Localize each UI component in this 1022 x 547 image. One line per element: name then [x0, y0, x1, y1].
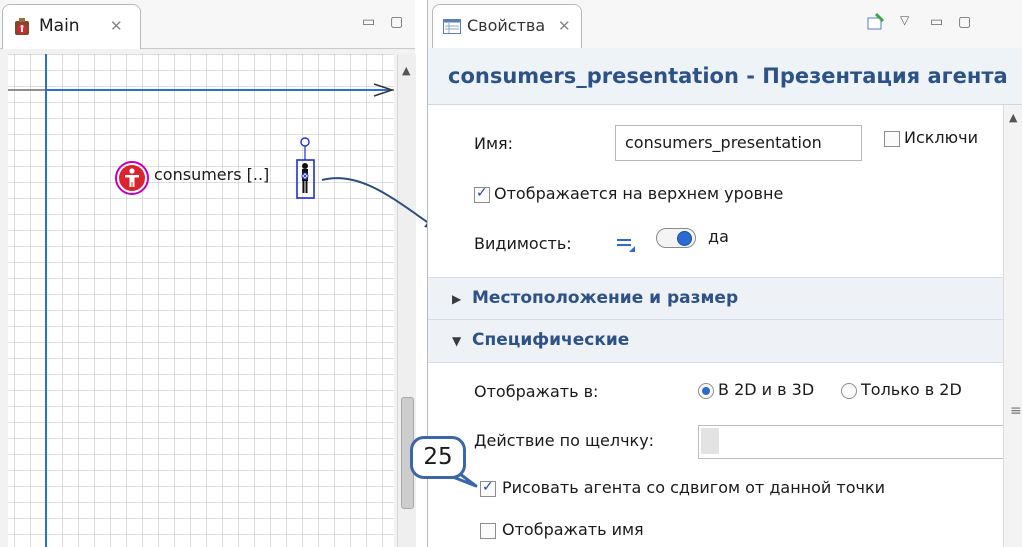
show-name-checkbox[interactable]	[480, 523, 496, 539]
maximize-icon[interactable]: ▢	[390, 12, 403, 32]
draw-offset-label: Рисовать агента со сдвигом от данной точ…	[502, 478, 886, 497]
main-tab-icon	[15, 18, 29, 35]
properties-body: Имя: consumers_presentation Исключи Отоб…	[428, 105, 1003, 547]
agent-icon[interactable]	[114, 160, 150, 196]
section-location[interactable]: ▶ Местоположение и размер	[428, 277, 1003, 321]
field-handle	[701, 428, 719, 454]
properties-tab-icon	[443, 19, 461, 34]
top-level-checkbox[interactable]	[474, 185, 490, 203]
properties-title: consumers_presentation - Презентация аге…	[448, 64, 1008, 88]
graphical-editor-canvas[interactable]	[8, 54, 394, 547]
visibility-value: да	[708, 227, 729, 246]
properties-tab-label: Свойства	[467, 16, 546, 35]
section-location-title: Местоположение и размер	[472, 288, 739, 308]
menu-icon[interactable]: ▽	[900, 10, 909, 30]
exclude-label: Исключи	[904, 128, 978, 147]
tab-main[interactable]: Main ✕	[2, 4, 141, 49]
top-level-label: Отображается на верхнем уровне	[494, 184, 784, 203]
agent-figure-icon[interactable]	[290, 134, 324, 202]
section-specific-title: Специфические	[472, 330, 630, 350]
radio-2d-only-label: Только в 2D	[861, 380, 962, 399]
callout-badge: 25	[410, 436, 466, 479]
exclude-checkbox[interactable]	[884, 131, 900, 147]
tab-properties[interactable]: Свойства ✕	[432, 4, 582, 49]
name-label: Имя:	[474, 134, 514, 153]
name-field[interactable]: consumers_presentation	[615, 125, 862, 161]
scroll-grip-icon[interactable]: ≡	[1010, 403, 1022, 419]
visibility-label: Видимость:	[474, 234, 572, 253]
radio-2d-3d-label: В 2D и в 3D	[718, 380, 815, 399]
minimize-icon[interactable]: ▭	[362, 12, 375, 32]
show-in-label: Отображать в:	[474, 382, 599, 401]
properties-view: Свойства ✕ ▽ ▭ ▢ consumers_presentation …	[427, 0, 1022, 547]
properties-vertical-scrollbar[interactable]: ▲ ≡	[1003, 105, 1022, 547]
caret-right-icon: ▶	[452, 292, 462, 306]
radio-2d-only[interactable]	[841, 383, 857, 399]
section-specific[interactable]: ▼ Специфические	[428, 319, 1003, 363]
click-action-label: Действие по щелчку:	[474, 431, 655, 450]
properties-header: consumers_presentation - Презентация аге…	[428, 48, 1022, 105]
toggle-knob	[677, 231, 692, 246]
agent-label[interactable]: consumers [..]	[154, 164, 269, 186]
close-icon[interactable]: ✕	[110, 15, 123, 37]
toggle-switch-icon[interactable]	[656, 228, 696, 248]
canvas-axes	[8, 54, 394, 547]
click-action-field[interactable]	[698, 425, 1003, 459]
main-tab-label: Main	[39, 16, 80, 36]
name-field-value: consumers_presentation	[625, 133, 822, 152]
main-editor-view: Main ✕ ▭ ▢ ▲ consumers [..]	[0, 0, 416, 547]
draw-offset-checkbox[interactable]	[480, 479, 496, 497]
callout-number: 25	[423, 444, 453, 470]
show-name-label: Отображать имя	[502, 520, 644, 539]
caret-down-icon: ▼	[452, 334, 462, 348]
pin-icon[interactable]	[866, 12, 886, 32]
close-icon[interactable]: ✕	[558, 15, 571, 37]
dynamic-value-icon[interactable]	[615, 233, 637, 253]
properties-tab-bar: Свойства ✕ ▽ ▭ ▢	[428, 0, 1022, 49]
scroll-up-icon[interactable]: ▲	[1009, 111, 1017, 124]
scroll-up-icon[interactable]: ▲	[402, 64, 410, 77]
maximize-icon[interactable]: ▢	[958, 12, 971, 32]
minimize-icon[interactable]: ▭	[930, 12, 943, 32]
radio-2d-3d[interactable]	[698, 383, 714, 399]
main-tab-bar: Main ✕ ▭ ▢	[0, 0, 415, 49]
